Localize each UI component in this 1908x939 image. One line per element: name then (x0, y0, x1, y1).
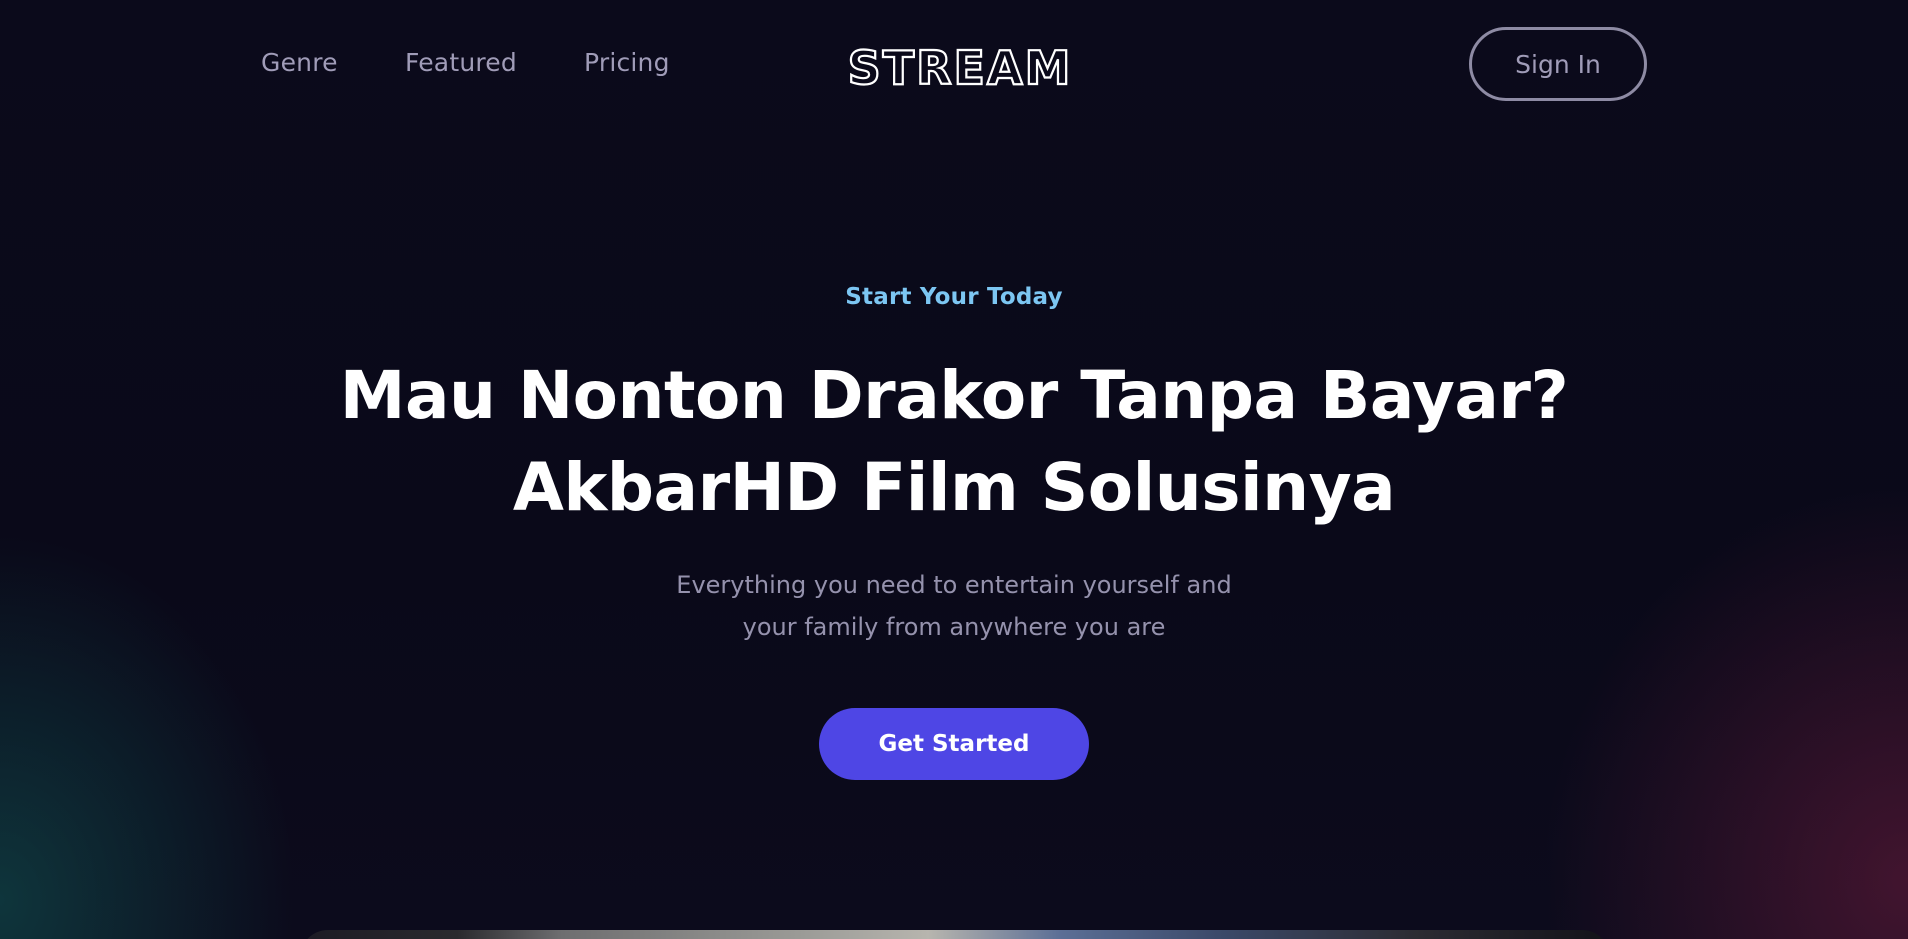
sign-in-label: Sign In (1515, 49, 1601, 79)
hero-eyebrow: Start Your Today (845, 284, 1063, 310)
stream-logo[interactable]: STREAM (820, 38, 1100, 92)
nav-link-genre[interactable]: Genre (261, 48, 338, 77)
subtext-line-1: Everything you need to entertain yoursel… (676, 571, 1232, 599)
subtext-line-2: your family from anywhere you are (742, 613, 1166, 641)
headline-line-1: Mau Nonton Drakor Tanpa Bayar? (339, 357, 1569, 434)
get-started-label: Get Started (878, 731, 1030, 757)
nav-link-featured[interactable]: Featured (405, 48, 517, 77)
nav-link-pricing[interactable]: Pricing (584, 48, 670, 77)
landing-page: Genre Featured Pricing STREAM Sign In St… (0, 0, 1908, 939)
hero-subtext: Everything you need to entertain yoursel… (0, 564, 1908, 648)
hero-preview-image (300, 930, 1610, 939)
headline-line-2: AkbarHD Film Solusinya (512, 449, 1396, 526)
hero-headline: Mau Nonton Drakor Tanpa Bayar? AkbarHD F… (0, 350, 1908, 534)
get-started-button[interactable]: Get Started (819, 708, 1089, 780)
sign-in-button[interactable]: Sign In (1469, 27, 1647, 101)
logo-text: STREAM (848, 41, 1073, 92)
